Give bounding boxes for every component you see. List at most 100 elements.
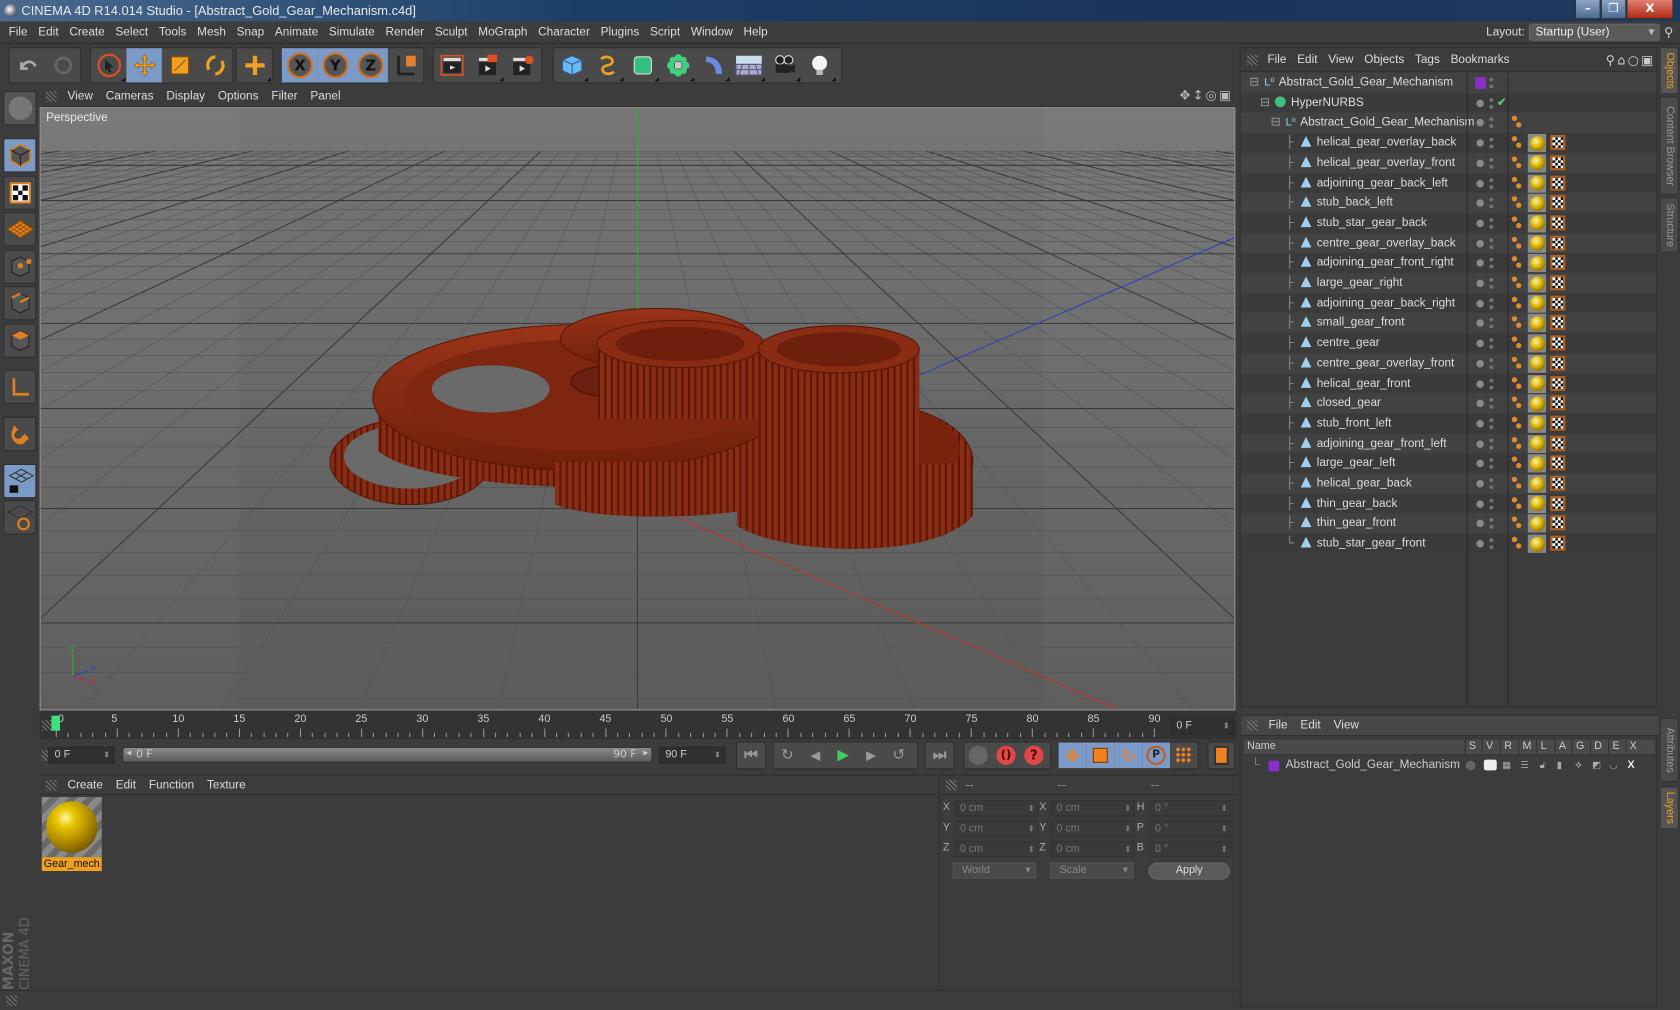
position-field[interactable]: 0 cm ⬍: [954, 800, 1039, 817]
viewport-menu-display[interactable]: Display: [160, 87, 212, 107]
column-e[interactable]: E: [1608, 739, 1626, 755]
viewport-menu-options[interactable]: Options: [211, 87, 264, 107]
previous-key-button[interactable]: ↻: [774, 742, 802, 768]
key-pla-button[interactable]: [1170, 742, 1198, 768]
uvw-tag-icon[interactable]: [1550, 375, 1566, 391]
layer-animation-icon[interactable]: ▮: [1557, 756, 1562, 774]
object-menu-objects[interactable]: Objects: [1359, 48, 1410, 72]
uvw-tag-icon[interactable]: [1550, 155, 1566, 171]
size-field[interactable]: 0 cm ⬍: [1051, 800, 1135, 817]
object-name-cell[interactable]: helical_gear_overlay_back: [1300, 133, 1456, 153]
uvw-tag-icon[interactable]: [1550, 515, 1566, 531]
layer-dot-icon[interactable]: [1476, 359, 1484, 368]
frame-range-slider[interactable]: ◂ 0 F 90 F ▸: [122, 746, 653, 763]
layer-dot-icon[interactable]: [1476, 159, 1484, 167]
menu-help[interactable]: Help: [738, 21, 773, 43]
column-a[interactable]: A: [1554, 739, 1573, 755]
menu-create[interactable]: Create: [64, 21, 110, 43]
scale-button[interactable]: [162, 48, 197, 82]
layer-dot-icon[interactable]: [1476, 99, 1484, 107]
spinner-icon[interactable]: ⬍: [1028, 822, 1035, 836]
range-right-arrow[interactable]: ▸: [643, 748, 648, 759]
material-tag-icon[interactable]: [1527, 434, 1547, 453]
phong-tag-icon[interactable]: [1511, 235, 1523, 250]
expand-toggle-icon[interactable]: ⊟: [1260, 93, 1270, 113]
layer-name[interactable]: Abstract_Gold_Gear_Mechanism: [1286, 756, 1460, 774]
next-key-button[interactable]: ↺: [885, 742, 913, 768]
object-name-cell[interactable]: centre_gear: [1300, 333, 1380, 353]
snap-settings-button[interactable]: [3, 500, 37, 535]
uvw-tag-icon[interactable]: [1550, 395, 1566, 411]
visibility-toggle-icon[interactable]: [1489, 336, 1494, 351]
layer-menu-edit[interactable]: Edit: [1294, 716, 1327, 736]
material-tag-icon[interactable]: [1527, 334, 1547, 353]
material-tag-icon[interactable]: [1527, 314, 1547, 333]
spinner-icon[interactable]: ⬍: [1124, 822, 1131, 836]
object-name-cell[interactable]: L⁰ Abstract_Gold_Gear_Mechanism: [1286, 113, 1475, 133]
perspective-viewport[interactable]: Y X Z Perspective: [39, 107, 1236, 711]
tab-attributes[interactable]: Attributes: [1659, 717, 1679, 783]
uvw-tag-icon[interactable]: [1550, 455, 1566, 471]
object-row[interactable]: ├ stub_star_gear_back: [1240, 213, 1657, 234]
visibility-toggle-icon[interactable]: [1489, 296, 1494, 311]
visibility-toggle-icon[interactable]: [1489, 256, 1494, 271]
position-field[interactable]: 0 cm ⬍: [954, 841, 1039, 858]
spinner-icon[interactable]: ⬍: [1221, 822, 1228, 836]
layer-dot-icon[interactable]: [1476, 379, 1484, 388]
playhead[interactable]: [51, 715, 60, 731]
object-name-cell[interactable]: HyperNURBS: [1274, 93, 1364, 113]
layer-generators-icon[interactable]: ⟡: [1575, 756, 1582, 774]
object-name-cell[interactable]: thin_gear_back: [1300, 494, 1397, 514]
rotation-field[interactable]: 0 ° ⬍: [1149, 820, 1232, 837]
object-menu-tags[interactable]: Tags: [1410, 48, 1446, 72]
menu-render[interactable]: Render: [380, 21, 429, 43]
phong-tag-icon[interactable]: [1511, 376, 1523, 391]
uvw-tag-icon[interactable]: [1550, 435, 1566, 451]
layer-dot-icon[interactable]: [1476, 520, 1484, 528]
current-frame-display[interactable]: 0 F ⬍: [1169, 717, 1235, 735]
uvw-tag-icon[interactable]: [1550, 295, 1566, 311]
previous-frame-button[interactable]: ◀: [801, 742, 829, 768]
column-g[interactable]: G: [1571, 739, 1590, 755]
material-tag-icon[interactable]: [1527, 474, 1547, 493]
visibility-toggle-icon[interactable]: [1489, 436, 1494, 451]
material-tag-icon[interactable]: [1527, 414, 1547, 433]
autokey-button[interactable]: [964, 742, 992, 768]
viewport-label[interactable]: Perspective: [42, 110, 111, 126]
menu-mesh[interactable]: Mesh: [192, 21, 232, 43]
material-tag-icon[interactable]: [1527, 214, 1547, 233]
object-grip[interactable]: [1247, 54, 1258, 66]
phong-tag-icon[interactable]: [1511, 476, 1523, 491]
column-v[interactable]: V: [1481, 739, 1500, 755]
object-name-cell[interactable]: adjoining_gear_back_right: [1300, 293, 1455, 313]
spinner-icon[interactable]: ⬍: [1028, 801, 1035, 815]
spinner-icon[interactable]: ⬍: [1221, 801, 1228, 815]
undo-button[interactable]: [10, 48, 45, 82]
size-mode-dropdown[interactable]: Scale: [1049, 862, 1134, 879]
object-row[interactable]: ├ helical_gear_overlay_back: [1240, 132, 1657, 154]
uvw-tag-icon[interactable]: [1550, 235, 1566, 251]
layer-deformers-icon[interactable]: ◩: [1592, 756, 1601, 774]
key-position-button[interactable]: ✥: [1058, 742, 1087, 769]
cloner-button[interactable]: [660, 48, 695, 82]
object-row[interactable]: ├ closed_gear: [1240, 393, 1657, 414]
tab-objects[interactable]: Objects: [1659, 47, 1679, 95]
viewport-menu-view[interactable]: View: [61, 87, 99, 107]
visibility-toggle-icon[interactable]: [1489, 396, 1494, 411]
rotation-field[interactable]: 0 ° ⬍: [1149, 841, 1232, 858]
phong-tag-icon[interactable]: [1511, 456, 1523, 471]
phong-tag-icon[interactable]: [1511, 135, 1523, 150]
panel-grip[interactable]: [46, 91, 57, 102]
uvw-tag-icon[interactable]: [1550, 355, 1566, 371]
material-menu-create[interactable]: Create: [61, 776, 109, 795]
layer-dot-icon[interactable]: [1476, 239, 1484, 248]
object-name-cell[interactable]: adjoining_gear_back_left: [1300, 173, 1448, 193]
edges-mode-button[interactable]: [3, 286, 37, 321]
phong-tag-icon[interactable]: [1511, 295, 1523, 310]
rotate-button[interactable]: [197, 48, 232, 82]
camera-button[interactable]: [766, 48, 801, 82]
position-field[interactable]: 0 cm ⬍: [954, 820, 1039, 837]
material-tag-icon[interactable]: [1527, 514, 1547, 533]
tab-content-browser[interactable]: Content Browser: [1659, 96, 1679, 195]
orbit-icon[interactable]: ◎: [1206, 88, 1219, 103]
